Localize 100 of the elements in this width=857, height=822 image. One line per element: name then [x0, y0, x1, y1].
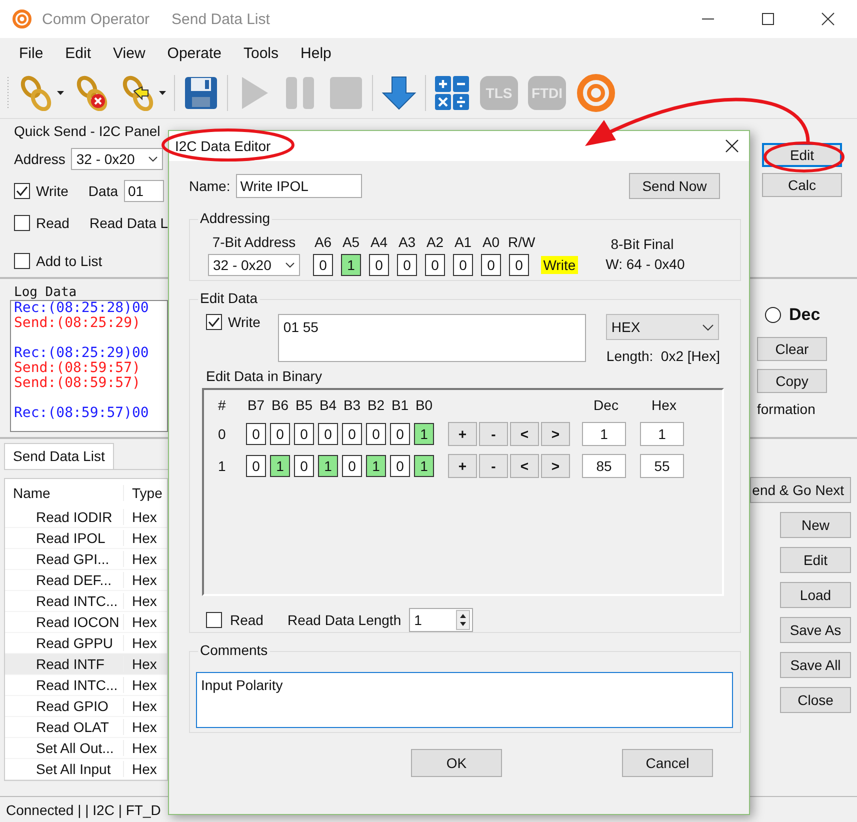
table-cell-text: Read INTC... — [35, 593, 119, 609]
list-button[interactable]: Edit — [780, 547, 851, 573]
bit-toggle[interactable]: 0 — [270, 423, 290, 445]
bit-toggle[interactable]: 0 — [397, 254, 417, 276]
log-button[interactable]: Copy — [757, 369, 827, 393]
step-button[interactable]: + — [448, 422, 477, 446]
dialog-button[interactable]: OK — [411, 749, 502, 777]
bit-toggle[interactable]: 1 — [366, 455, 386, 477]
checkbox[interactable] — [14, 215, 30, 231]
status-text: Connected | | I2C | FT_D — [6, 802, 161, 818]
data-field[interactable]: 01 — [124, 180, 164, 202]
dialog-title: I2C Data Editor — [175, 138, 271, 154]
calculator-icon — [434, 75, 470, 111]
bit-toggle[interactable]: 0 — [313, 254, 333, 276]
dec-field[interactable]: 1 — [582, 422, 626, 446]
checkbox[interactable] — [206, 612, 222, 628]
bit-label: A5 — [341, 234, 361, 251]
bit-toggle[interactable]: 0 — [425, 254, 445, 276]
bit-toggle[interactable]: 1 — [414, 455, 434, 477]
tab[interactable]: Send Data List — [4, 443, 114, 469]
radio-label: Dec — [789, 305, 820, 325]
column-header: B7 — [246, 396, 266, 414]
bit-toggle[interactable]: 0 — [390, 455, 410, 477]
step-button[interactable]: - — [479, 454, 508, 478]
format-dropdown[interactable]: HEX — [606, 314, 720, 340]
close-icon[interactable] — [725, 139, 739, 153]
chevron-icon — [148, 156, 158, 162]
table-cell-text: Read IOCON — [35, 614, 120, 630]
bit-toggle[interactable]: 1 — [318, 455, 338, 477]
dec-field[interactable]: 85 — [582, 454, 626, 478]
bit-toggle[interactable]: 0 — [318, 423, 338, 445]
bit-toggle[interactable]: 0 — [294, 423, 314, 445]
checkbox-label: Read — [230, 612, 264, 628]
bit-toggle[interactable]: 1 — [270, 455, 290, 477]
bit-toggle[interactable]: 1 — [341, 254, 361, 276]
close-icon[interactable] — [821, 12, 835, 26]
menu-item[interactable]: Tools — [232, 44, 290, 62]
hex-field[interactable]: 55 — [640, 454, 684, 478]
bit-toggle[interactable]: 0 — [342, 423, 362, 445]
radio-button[interactable] — [765, 307, 781, 323]
table-cell-text: Read INTF — [35, 656, 106, 672]
chevron-icon — [702, 324, 714, 330]
bit-toggle[interactable]: 0 — [246, 455, 266, 477]
bit-toggle[interactable]: 1 — [414, 423, 434, 445]
dialog-button[interactable]: Cancel — [622, 749, 713, 777]
log-button[interactable]: Clear — [757, 337, 827, 361]
send-next-button[interactable]: end & Go Next — [750, 477, 851, 503]
bit-toggle[interactable]: 0 — [342, 455, 362, 477]
log-line: Rec:(08:25:29)00 — [14, 344, 150, 361]
step-button[interactable]: > — [541, 454, 570, 478]
list-button[interactable]: Close — [780, 687, 851, 713]
step-button[interactable]: + — [448, 454, 477, 478]
name-field[interactable]: Write IPOL — [236, 174, 362, 198]
menu-item[interactable]: File — [8, 44, 54, 62]
step-button[interactable]: > — [541, 422, 570, 446]
maximize-icon[interactable] — [761, 12, 775, 26]
menu-item[interactable]: Operate — [156, 44, 232, 62]
bit-toggle[interactable]: 0 — [366, 423, 386, 445]
step-button[interactable]: < — [510, 454, 539, 478]
list-button[interactable]: Save As — [780, 617, 851, 643]
group-title: Addressing — [198, 210, 272, 226]
list-button[interactable]: New — [780, 512, 851, 538]
bit-toggle[interactable]: 0 — [453, 254, 473, 276]
address-dropdown[interactable]: 32 - 0x20 — [71, 148, 164, 170]
table-row[interactable]: Read INTF Hex — [5, 654, 167, 675]
checkbox[interactable] — [14, 183, 30, 199]
bit-toggle[interactable]: 0 — [294, 455, 314, 477]
bit-toggle[interactable]: 0 — [509, 254, 529, 276]
checkbox[interactable] — [14, 253, 30, 269]
mode-badge: Write — [541, 256, 578, 274]
length-spinner[interactable]: 1 — [409, 608, 474, 632]
menu-item[interactable]: Edit — [54, 44, 102, 62]
side-button[interactable]: Calc — [762, 173, 842, 197]
hex-field[interactable]: 1 — [640, 422, 684, 446]
address-dropdown[interactable]: 32 - 0x20 — [208, 254, 300, 276]
list-button[interactable]: Load — [780, 582, 851, 608]
comments-textarea[interactable]: Input Polarity — [196, 672, 733, 728]
bit-label: A2 — [425, 234, 445, 251]
final-address: W: 64 - 0x40 — [604, 256, 685, 272]
checkbox[interactable] — [206, 314, 222, 330]
log-line: Rec:(08:59:57)00 — [14, 404, 150, 421]
bit-toggle[interactable]: 0 — [369, 254, 389, 276]
bit-toggle[interactable]: 0 — [246, 423, 266, 445]
data-textarea[interactable]: 01 55 — [278, 314, 586, 362]
spin-arrows-icon[interactable] — [456, 610, 470, 630]
step-button[interactable]: - — [479, 422, 508, 446]
caret-icon — [159, 91, 166, 95]
bit-label: A1 — [453, 234, 473, 251]
step-button[interactable]: < — [510, 422, 539, 446]
toolbar-button[interactable] — [432, 73, 472, 113]
menu-item[interactable]: Help — [290, 44, 342, 62]
column-header: B6 — [270, 396, 290, 414]
menu-item[interactable]: View — [102, 44, 156, 62]
bit-toggle[interactable]: 0 — [481, 254, 501, 276]
bit-toggle[interactable]: 0 — [390, 423, 410, 445]
section-label: Edit Data in Binary — [206, 368, 323, 384]
column-header[interactable]: Name — [5, 485, 123, 501]
list-button[interactable]: Save All — [780, 652, 851, 678]
send-now-button[interactable]: Send Now — [629, 173, 720, 199]
stop-icon — [328, 75, 364, 111]
